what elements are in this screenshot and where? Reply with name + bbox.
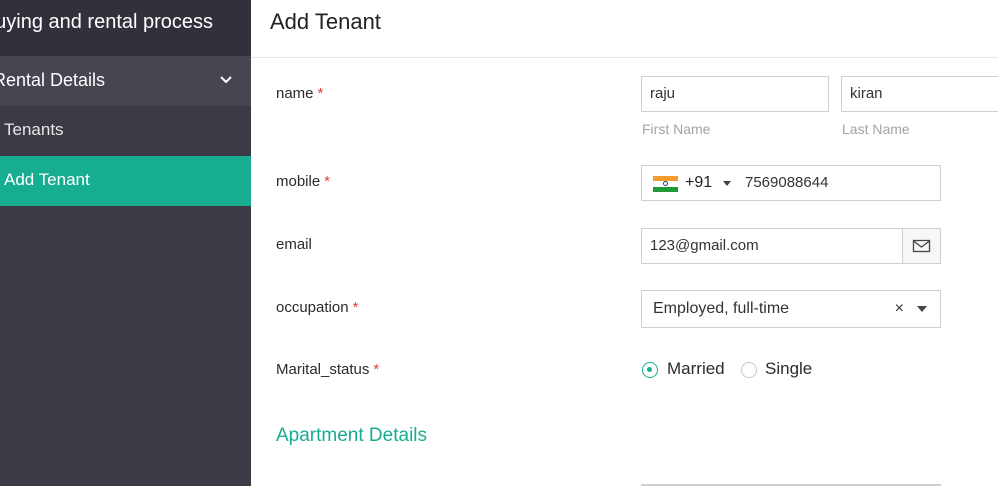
- caret-down-icon[interactable]: [723, 181, 731, 186]
- caret-down-icon[interactable]: [917, 306, 927, 312]
- main-panel: Add Tenant name * raju First Name kiran L…: [251, 0, 998, 486]
- sidebar-section-rental-details[interactable]: Rental Details: [0, 56, 251, 106]
- radio-single[interactable]: [741, 362, 757, 378]
- email-input[interactable]: 123@gmail.com: [641, 228, 941, 264]
- marital-status-label: Marital_status *: [276, 361, 380, 378]
- occupation-label: occupation *: [276, 299, 359, 316]
- last-name-input[interactable]: kiran: [841, 76, 998, 112]
- page-title: Add Tenant: [270, 9, 381, 34]
- sidebar-item-add-tenant[interactable]: Add Tenant: [0, 156, 251, 206]
- country-code[interactable]: +91: [685, 166, 712, 200]
- name-label: name *: [276, 85, 324, 102]
- phone-number-value[interactable]: 7569088644: [745, 166, 828, 200]
- section-title-apartment-details: Apartment Details: [276, 425, 428, 446]
- email-value[interactable]: 123@gmail.com: [650, 237, 759, 254]
- radio-married[interactable]: [642, 362, 658, 378]
- occupation-select[interactable]: Employed, full-time ×: [641, 290, 941, 328]
- required-mark: *: [317, 85, 324, 102]
- mobile-input[interactable]: +91 7569088644: [641, 165, 941, 201]
- required-mark: *: [352, 299, 359, 316]
- sidebar-item-tenants[interactable]: Tenants: [0, 106, 251, 156]
- first-name-input[interactable]: raju: [641, 76, 829, 112]
- app-title: buying and rental process: [0, 0, 251, 56]
- first-name-sublabel: First Name: [642, 121, 711, 137]
- clear-icon[interactable]: ×: [895, 291, 904, 327]
- sidebar-section-label: Rental Details: [0, 70, 106, 90]
- required-mark: *: [373, 361, 380, 378]
- sidebar: buying and rental process Rental Details…: [0, 0, 251, 486]
- sidebar-item-label: Add Tenant: [4, 170, 90, 189]
- occupation-selected: Employed, full-time: [653, 300, 790, 317]
- chevron-down-icon: [220, 76, 232, 84]
- mobile-label: mobile *: [276, 173, 331, 190]
- header-divider: [251, 57, 998, 58]
- radio-married-label[interactable]: Married: [667, 359, 725, 379]
- required-mark: *: [324, 173, 331, 190]
- last-name-sublabel: Last Name: [842, 121, 910, 137]
- radio-single-label[interactable]: Single: [765, 359, 812, 379]
- sidebar-item-label: Tenants: [4, 120, 64, 139]
- envelope-icon[interactable]: [902, 229, 940, 263]
- email-label: email: [276, 236, 312, 253]
- india-flag-icon[interactable]: [653, 176, 678, 192]
